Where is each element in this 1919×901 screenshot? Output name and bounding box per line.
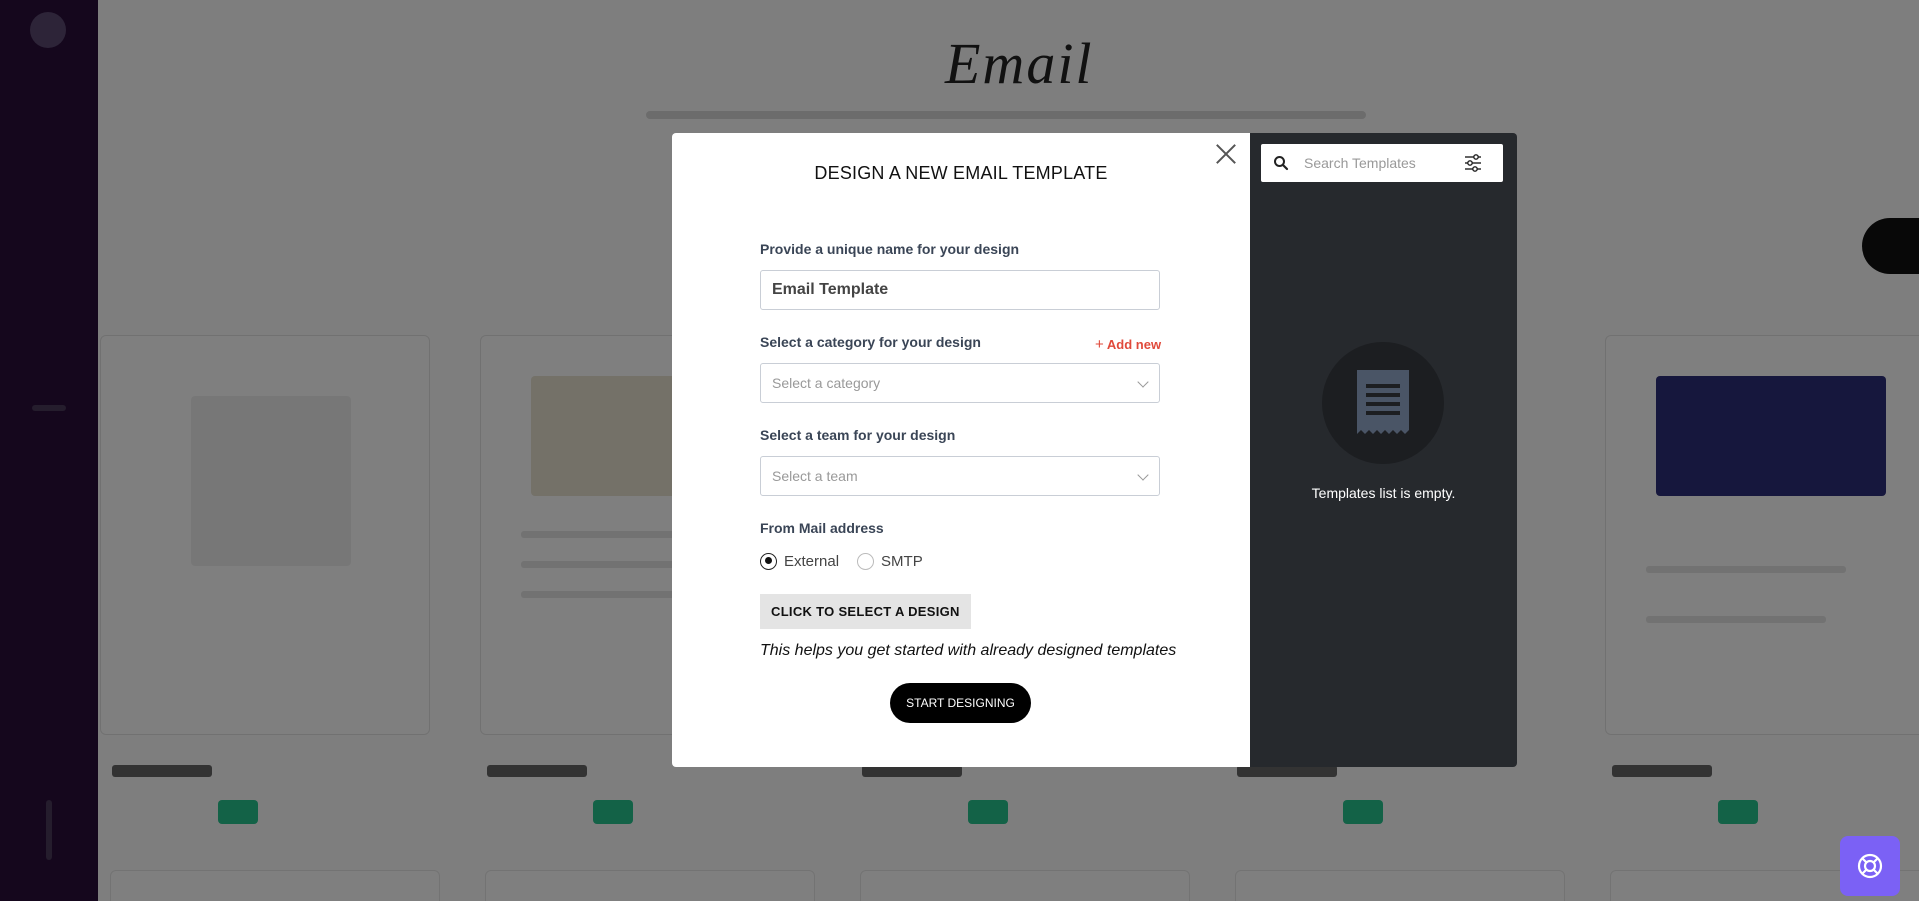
templates-empty-message: Templates list is empty. xyxy=(1311,485,1456,501)
add-new-label: Add new xyxy=(1106,337,1162,352)
radio-smtp[interactable] xyxy=(857,552,875,570)
from-mail-label: From Mail address xyxy=(760,520,884,536)
new-template-modal xyxy=(672,133,1250,767)
team-select[interactable]: Select a team xyxy=(760,456,1160,496)
name-label: Provide a unique name for your design xyxy=(760,241,1020,257)
chevron-down-icon xyxy=(1137,469,1149,481)
template-search-box xyxy=(1261,144,1503,182)
helper-text: This helps you get started with already … xyxy=(760,642,1177,659)
radio-external-label: External xyxy=(784,552,840,570)
design-name-input[interactable]: Email Template xyxy=(760,270,1160,310)
category-select[interactable]: Select a category xyxy=(760,363,1160,403)
category-placeholder: Select a category xyxy=(772,375,881,391)
from-mail-radio-group: External SMTP xyxy=(760,551,941,571)
radio-smtp-label: SMTP xyxy=(881,552,923,570)
team-label: Select a team for your design xyxy=(760,427,956,443)
search-templates-input[interactable] xyxy=(1304,144,1454,182)
select-design-button[interactable]: CLICK TO SELECT A DESIGN xyxy=(760,594,971,629)
modal-title: DESIGN A NEW EMAIL TEMPLATE xyxy=(814,163,1108,183)
search-icon xyxy=(1274,156,1289,171)
empty-state-illustration xyxy=(1322,342,1444,464)
team-placeholder: Select a team xyxy=(772,468,858,484)
lifebuoy-icon xyxy=(1857,853,1883,879)
filter-sliders-icon[interactable] xyxy=(1463,153,1483,173)
start-designing-button[interactable]: START DESIGNING xyxy=(890,683,1031,723)
category-label: Select a category for your design xyxy=(760,334,981,350)
page: Email DESIGN A NEW EMAIL TEMPLATE Provid… xyxy=(0,0,1919,901)
document-icon xyxy=(1357,370,1409,434)
add-new-category-link[interactable]: + Add new xyxy=(1095,336,1161,353)
chevron-down-icon xyxy=(1137,376,1149,388)
radio-external[interactable] xyxy=(760,552,777,570)
plus-icon: + xyxy=(1095,336,1104,353)
help-button[interactable] xyxy=(1840,836,1900,896)
